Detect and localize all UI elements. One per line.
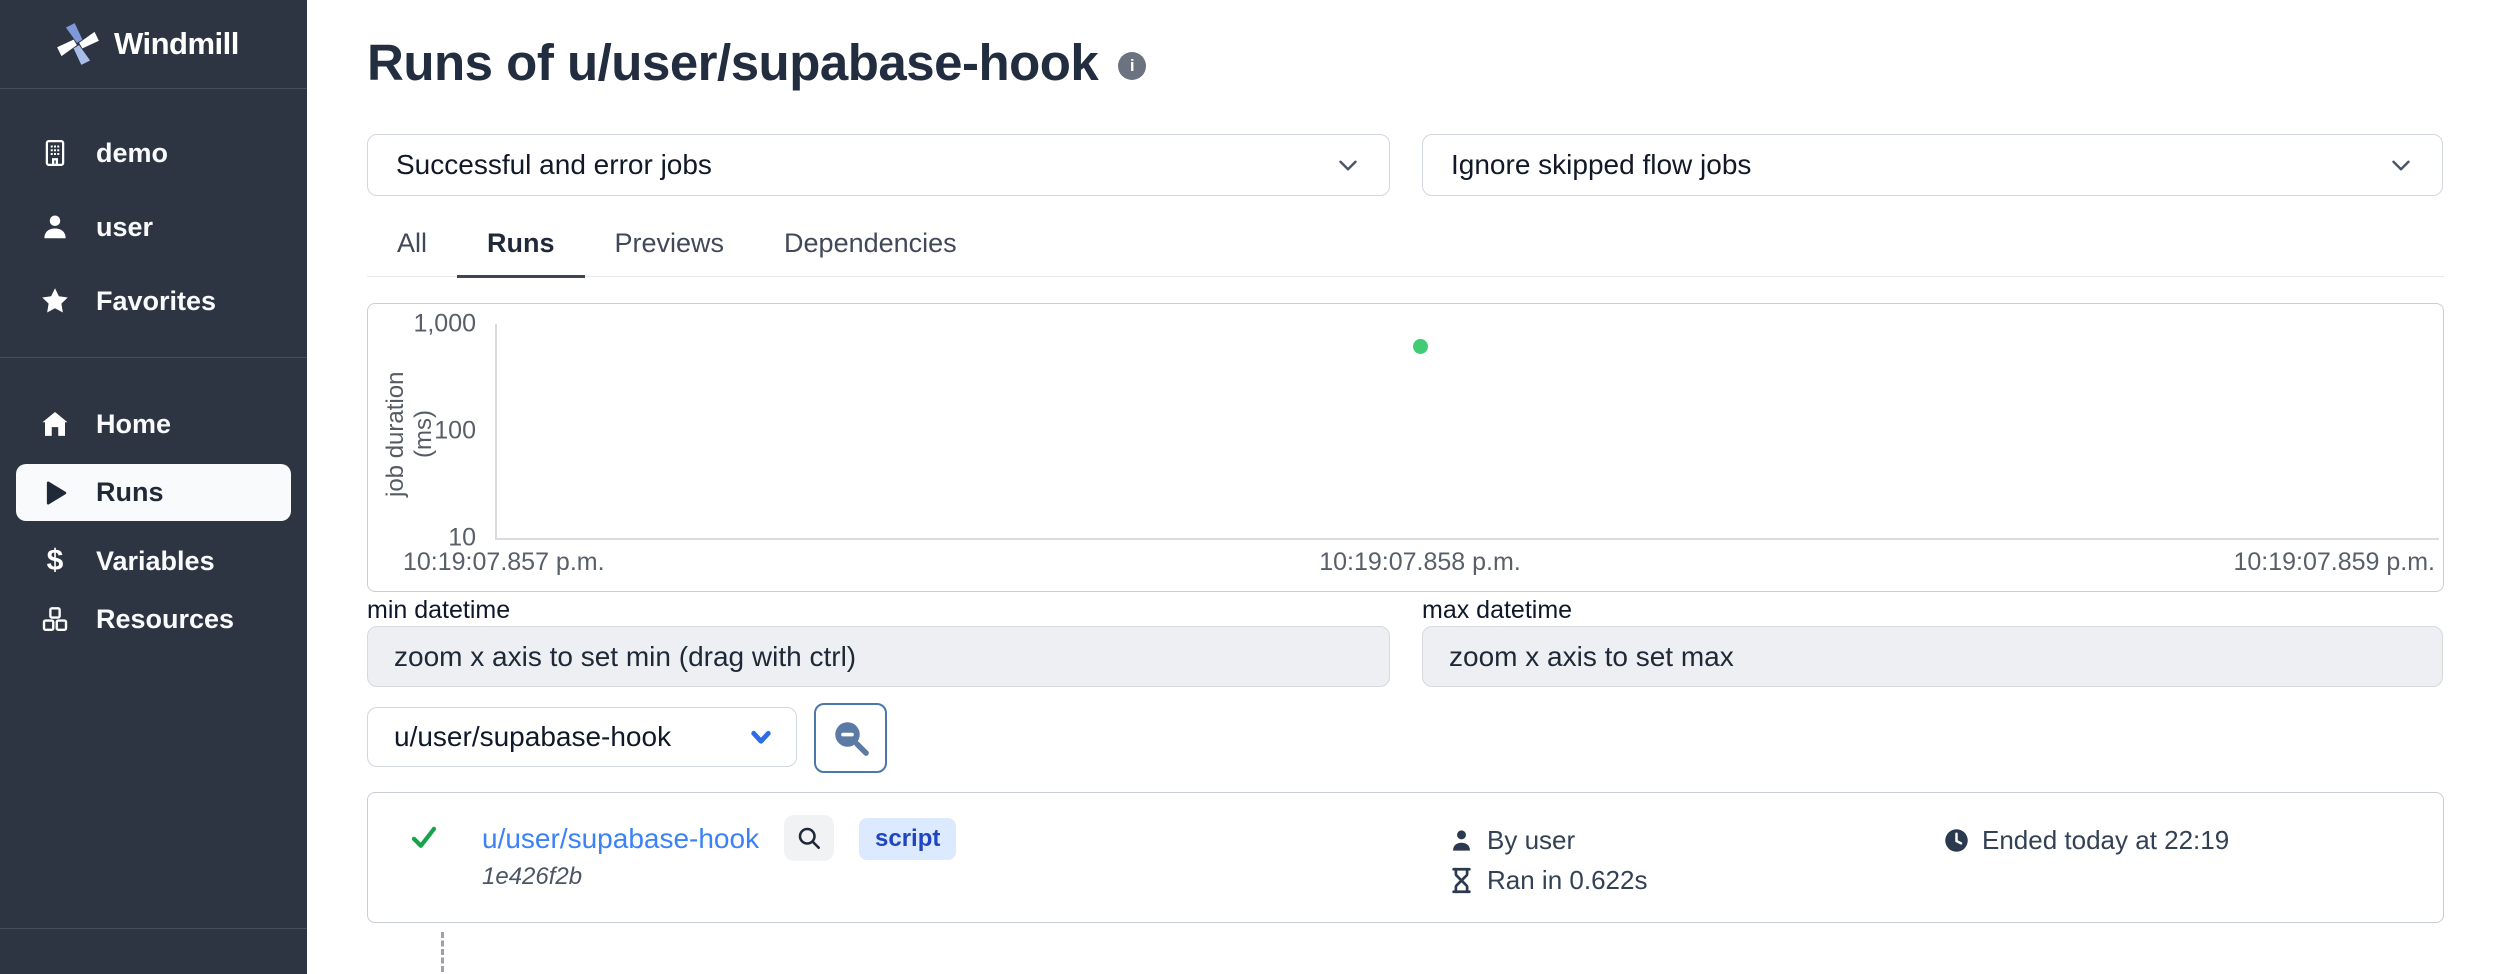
- chevron-down-icon: [744, 720, 778, 754]
- y-tick: 100: [368, 417, 476, 446]
- skipped-flow-select[interactable]: Ignore skipped flow jobs: [1422, 134, 2443, 196]
- x-tick: 10:19:07.857 p.m.: [403, 548, 605, 577]
- chevron-down-icon: [2386, 150, 2416, 180]
- run-duration-text: Ran in 0.622s: [1487, 865, 1647, 896]
- run-duration: Ran in 0.622s: [1448, 865, 1647, 896]
- job-kind-tabs: All Runs Previews Dependencies: [367, 222, 2444, 277]
- tab-all[interactable]: All: [367, 222, 457, 278]
- sidebar-item-label: user: [96, 212, 153, 243]
- runs-duration-chart[interactable]: job duration (ms) 1,000 100 10 10:19:07.…: [367, 303, 2444, 592]
- job-data-point[interactable]: [1413, 339, 1428, 354]
- max-datetime-label: max datetime: [1422, 596, 1572, 625]
- app-logo[interactable]: Windmill: [0, 0, 307, 89]
- chart-x-axis-line: [495, 538, 2439, 540]
- page-title: Runs of u/user/supabase-hook: [367, 33, 1098, 92]
- tab-dependencies[interactable]: Dependencies: [754, 222, 987, 278]
- job-status-select-value: Successful and error jobs: [396, 149, 712, 181]
- play-icon: [40, 478, 70, 508]
- sidebar-bottom-divider: [0, 928, 307, 929]
- min-datetime-input[interactable]: zoom x axis to set min (drag with ctrl): [367, 626, 1390, 687]
- app-name: Windmill: [114, 26, 239, 62]
- cubes-icon: [40, 604, 70, 634]
- skipped-flow-select-value: Ignore skipped flow jobs: [1451, 149, 1751, 181]
- chart-y-axis-line: [495, 324, 497, 540]
- sidebar-item-home[interactable]: Home: [0, 406, 307, 442]
- info-icon[interactable]: i: [1118, 52, 1146, 80]
- home-icon: [40, 409, 70, 439]
- inspect-run-button[interactable]: [784, 815, 834, 861]
- windmill-app: Windmill demo: [0, 0, 2500, 974]
- windmill-logo-icon: [56, 22, 100, 66]
- star-icon: [40, 286, 70, 316]
- script-path-select[interactable]: u/user/supabase-hook: [367, 707, 797, 767]
- chevron-down-icon: [1333, 150, 1363, 180]
- sidebar-item-user[interactable]: user: [0, 209, 307, 245]
- run-author-text: By user: [1487, 825, 1575, 856]
- job-status-select[interactable]: Successful and error jobs: [367, 134, 1390, 196]
- person-icon: [1448, 827, 1475, 854]
- search-minus-icon: [830, 717, 872, 759]
- building-icon: [40, 138, 70, 168]
- run-ended-text: Ended today at 22:19: [1982, 825, 2229, 856]
- hourglass-icon: [1448, 867, 1475, 894]
- tab-runs[interactable]: Runs: [457, 222, 585, 278]
- sidebar-item-label: Variables: [96, 546, 215, 577]
- x-tick: 10:19:07.858 p.m.: [1319, 548, 1521, 577]
- min-datetime-label: min datetime: [367, 596, 510, 625]
- filter-search-button[interactable]: [814, 703, 887, 773]
- sidebar-item-resources[interactable]: Resources: [0, 601, 307, 637]
- sidebar-item-label: Favorites: [96, 286, 216, 317]
- sidebar-item-favorites[interactable]: Favorites: [0, 283, 307, 319]
- x-tick: 10:19:07.859 p.m.: [2233, 548, 2435, 577]
- timeline-connector: [441, 932, 444, 972]
- run-path-link[interactable]: u/user/supabase-hook: [482, 823, 759, 855]
- clock-icon: [1943, 827, 1970, 854]
- run-author: By user: [1448, 825, 1575, 856]
- sidebar-item-label: Runs: [96, 477, 164, 508]
- person-icon: [40, 212, 70, 242]
- job-kind-badge: script: [859, 818, 956, 860]
- script-path-select-value: u/user/supabase-hook: [394, 721, 671, 753]
- sidebar-item-runs[interactable]: Runs: [16, 464, 291, 521]
- magnifier-icon: [795, 824, 823, 852]
- run-list-item: u/user/supabase-hook script 1e426f2b By …: [367, 792, 2444, 923]
- job-id: 1e426f2b: [482, 863, 582, 891]
- workspace-section: demo user Favorites: [0, 89, 307, 319]
- max-datetime-input[interactable]: zoom x axis to set max: [1422, 626, 2443, 687]
- sidebar-item-label: demo: [96, 138, 168, 169]
- main-nav: Home Runs $ Variables: [0, 358, 307, 637]
- run-ended: Ended today at 22:19: [1943, 825, 2229, 856]
- y-tick: 1,000: [368, 310, 476, 339]
- sidebar-item-workspace[interactable]: demo: [0, 135, 307, 171]
- dollar-icon: $: [40, 544, 70, 578]
- sidebar-item-label: Resources: [96, 604, 234, 635]
- tab-previews[interactable]: Previews: [585, 222, 755, 278]
- success-check-icon: [409, 822, 439, 852]
- page-header: Runs of u/user/supabase-hook i: [367, 33, 1146, 92]
- sidebar: Windmill demo: [0, 0, 307, 974]
- sidebar-item-variables[interactable]: $ Variables: [0, 543, 307, 579]
- sidebar-item-label: Home: [96, 409, 171, 440]
